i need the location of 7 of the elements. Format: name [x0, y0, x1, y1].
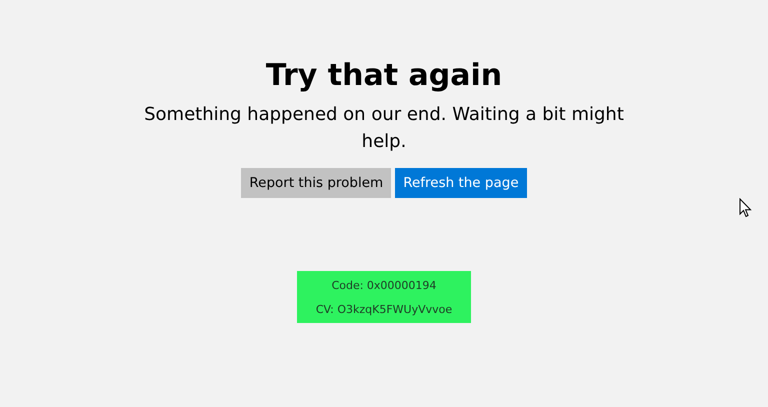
correlation-vector: CV: O3kzqK5FWUyVvvoe: [316, 302, 452, 316]
report-button[interactable]: Report this problem: [241, 168, 392, 198]
error-code: Code: 0x00000194: [332, 278, 436, 292]
error-message: Something happened on our end. Waiting a bit might help.: [143, 103, 625, 154]
page-title: Try that again: [266, 57, 502, 95]
mouse-pointer-icon: [739, 198, 752, 218]
refresh-button[interactable]: Refresh the page: [395, 168, 527, 198]
